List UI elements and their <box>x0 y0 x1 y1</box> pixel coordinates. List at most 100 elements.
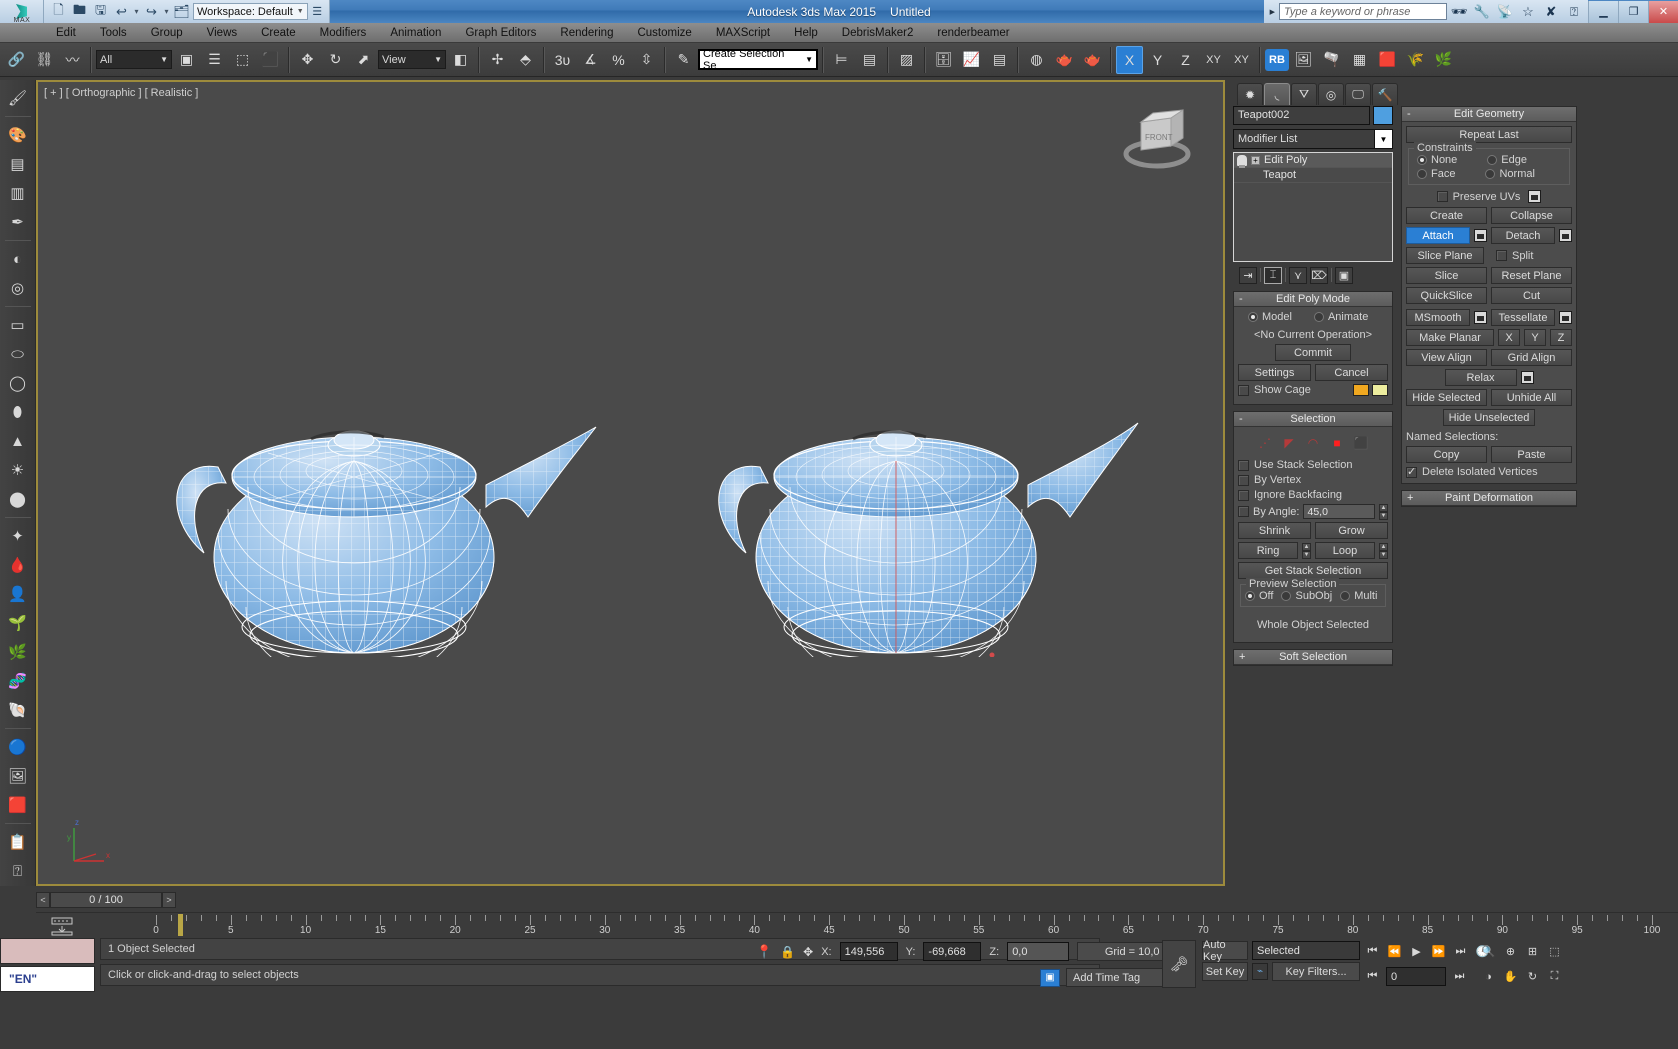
minimize-button[interactable]: ▁ <box>1588 0 1618 23</box>
search-input[interactable]: Type a keyword or phrase <box>1279 3 1447 20</box>
link-icon[interactable]: 🔗 <box>3 46 30 74</box>
cage-color-swatch-1[interactable] <box>1353 384 1369 396</box>
next-frame-icon[interactable]: ⏩ <box>1428 941 1449 962</box>
frame-indicator[interactable]: 0 / 100 <box>50 892 162 908</box>
axis-constraint-x-button[interactable]: X <box>1116 45 1143 74</box>
redo-dropdown-icon[interactable]: ▾ <box>163 7 170 16</box>
show-cage-checkbox[interactable]: Show Cage <box>1238 384 1311 396</box>
cone-primitive-icon[interactable]: ▲ <box>3 427 33 455</box>
teapot-object-2[interactable] <box>698 367 1168 657</box>
axis-constraint-y-button[interactable]: Y <box>1144 46 1171 74</box>
by-vertex-checkbox[interactable]: By Vertex <box>1238 474 1388 486</box>
relax-settings-icon[interactable] <box>1520 371 1534 384</box>
unhide-all-button[interactable]: Unhide All <box>1491 389 1572 406</box>
slice-button[interactable]: Slice <box>1406 267 1487 284</box>
select-rotate-icon[interactable]: ↻ <box>322 46 349 74</box>
time-slider-handle[interactable] <box>178 914 183 936</box>
lock-selection-icon[interactable]: 🔒 <box>780 945 795 959</box>
named-selection-set-dropdown[interactable]: Create Selection Se ▼ <box>698 48 818 72</box>
track-view-icon[interactable] <box>50 916 74 936</box>
menu-item-tools[interactable]: Tools <box>88 23 139 43</box>
constraint-edge-radio[interactable]: Edge <box>1487 154 1527 166</box>
zoom-extents-icon[interactable]: ⊞ <box>1522 941 1543 962</box>
select-object-icon[interactable]: ▣ <box>173 46 200 74</box>
orbit-icon[interactable]: ↻ <box>1522 966 1543 987</box>
time-ruler[interactable]: 5 10 15 20 25 30 35 40 45 50 55 60 65 70 75 80 85 90 95 100… <box>36 912 1678 938</box>
repeat-last-button[interactable]: Repeat Last <box>1406 126 1572 143</box>
by-angle-input[interactable]: 45,0 <box>1303 504 1375 519</box>
viewport[interactable]: [ + ] [ Orthographic ] [ Realistic ] FRO… <box>36 80 1225 886</box>
ignore-backfacing-checkbox[interactable]: Ignore Backfacing <box>1238 489 1388 501</box>
msmooth-settings-icon[interactable] <box>1474 311 1487 324</box>
people-icon[interactable]: 👤 <box>3 580 33 608</box>
app-menu-button[interactable]: MAX <box>0 0 44 24</box>
constraint-face-radio[interactable]: Face <box>1417 168 1455 180</box>
motion-tab[interactable]: ◎ <box>1318 83 1344 105</box>
play-icon[interactable]: ▶ <box>1406 941 1427 962</box>
exchange-icon[interactable]: ✘ <box>1540 1 1562 22</box>
zoom-region-icon[interactable]: ⬚ <box>1544 941 1565 962</box>
snap-3d-icon[interactable]: 3ᴜ <box>549 46 576 74</box>
hierarchy-tab[interactable]: ⛛ <box>1291 83 1317 105</box>
rollout-header[interactable]: + Paint Deformation <box>1402 491 1576 506</box>
debris-icon[interactable]: ✦ <box>3 522 33 550</box>
make-planar-button[interactable]: Make Planar <box>1406 329 1494 346</box>
remove-modifier-icon[interactable]: ⌦ <box>1310 266 1328 284</box>
menu-item-customize[interactable]: Customize <box>625 23 703 43</box>
preserve-uvs-checkbox[interactable]: Preserve UVs <box>1436 191 1520 203</box>
color-swatch-icon[interactable]: 🟥 <box>3 791 33 819</box>
reference-coordinate-dropdown[interactable]: View ▼ <box>378 50 446 69</box>
current-frame-input[interactable]: 0 <box>1386 967 1446 986</box>
schematic-view-icon[interactable]: ▤ <box>986 46 1013 74</box>
preview-multi-radio[interactable]: Multi <box>1340 590 1377 602</box>
curve-editor-icon[interactable]: 📈 <box>958 46 985 74</box>
msmooth-button[interactable]: MSmooth <box>1406 309 1470 326</box>
maximize-button[interactable]: ❐ <box>1618 0 1648 23</box>
reset-plane-button[interactable]: Reset Plane <box>1491 267 1572 284</box>
y-coord-input[interactable]: -69,668 <box>923 942 982 961</box>
relax-button[interactable]: Relax <box>1444 369 1517 386</box>
object-name-input[interactable]: Teapot002 <box>1233 106 1370 125</box>
circle-primitive-icon[interactable]: ◯ <box>3 369 33 397</box>
create-tab[interactable]: ✹ <box>1237 83 1263 105</box>
toggle-scene-explorer-icon[interactable]: 🗄 <box>930 46 957 74</box>
utilities-tab[interactable]: 🔨 <box>1372 83 1398 105</box>
percent-snap-icon[interactable]: % <box>605 46 632 74</box>
pan-icon[interactable]: ✋ <box>1500 966 1521 987</box>
maximize-viewport-icon[interactable]: ⛶ <box>1544 966 1565 987</box>
select-move-icon[interactable]: ✥ <box>294 46 321 74</box>
tessellate-button[interactable]: Tessellate <box>1491 309 1555 326</box>
blood-icon[interactable]: 🩸 <box>3 551 33 579</box>
box-primitive-icon[interactable]: ▭ <box>3 311 33 339</box>
save-icon[interactable]: 🖫 <box>91 2 110 21</box>
menu-item-rendering[interactable]: Rendering <box>548 23 625 43</box>
view-align-button[interactable]: View Align <box>1406 349 1487 366</box>
new-file-icon[interactable]: 🗋 <box>49 2 68 21</box>
close-button[interactable]: ✕ <box>1648 0 1678 23</box>
attach-button[interactable]: Attach <box>1406 227 1470 244</box>
paint-selection-icon[interactable]: 🖌 <box>3 84 33 112</box>
render-setup-icon[interactable]: 🫖 <box>1051 46 1078 74</box>
selection-filter-dropdown[interactable]: All ▼ <box>96 50 172 69</box>
plant-icon[interactable]: 🌱 <box>3 609 33 637</box>
panel-list-icon[interactable]: ▤ <box>3 150 33 178</box>
menu-item-graph-editors[interactable]: Graph Editors <box>453 23 548 43</box>
angle-snap-icon[interactable]: ∡ <box>577 46 604 74</box>
align-icon[interactable]: ▤ <box>856 46 883 74</box>
quickslice-button[interactable]: QuickSlice <box>1406 287 1487 304</box>
redo-icon[interactable]: ↪ <box>142 2 161 21</box>
modify-tab[interactable]: ◟ <box>1264 83 1290 105</box>
commit-button[interactable]: Commit <box>1275 344 1351 361</box>
x-coord-input[interactable]: 149,556 <box>839 942 898 961</box>
ellipse-primitive-icon[interactable]: ⬭ <box>3 340 33 368</box>
edge-icon[interactable]: ◤ <box>1278 434 1300 452</box>
window-crossing-icon[interactable]: ⬛ <box>257 46 284 74</box>
wrench-icon[interactable]: 🔧 <box>1471 1 1493 22</box>
previous-frame-button[interactable]: < <box>36 892 50 908</box>
modifier-stack-item-edit-poly[interactable]: + Edit Poly <box>1234 153 1392 168</box>
sphere-shaded-icon[interactable]: ⬤ <box>3 485 33 513</box>
material-editor-icon[interactable]: ◍ <box>1023 46 1050 74</box>
loop-spinner[interactable]: ▲ ▼ <box>1379 543 1388 559</box>
cage-color-swatch-2[interactable] <box>1372 384 1388 396</box>
open-file-icon[interactable]: 🖿 <box>70 2 89 21</box>
